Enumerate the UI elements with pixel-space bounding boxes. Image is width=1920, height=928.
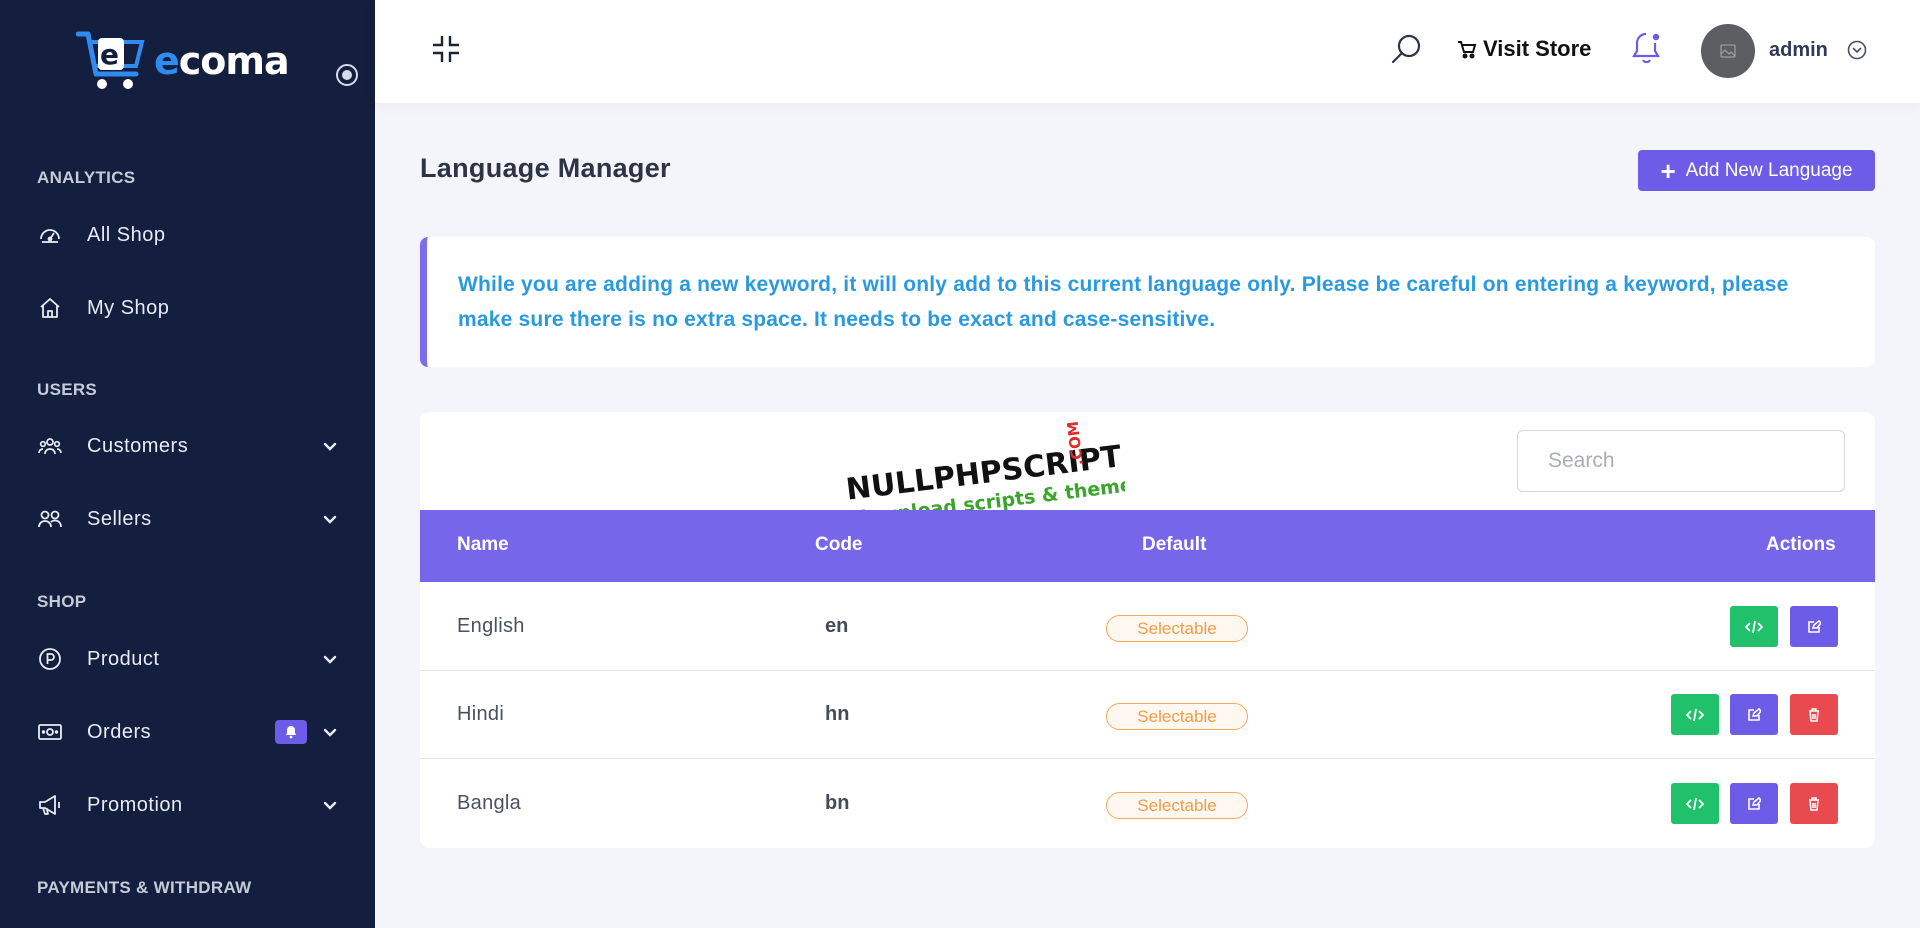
visit-store-label: Visit Store xyxy=(1483,36,1592,61)
megaphone-icon xyxy=(37,792,63,818)
languages-table-card: NULLPHPSCRIPT .COM download scripts & th… xyxy=(420,412,1875,848)
code-icon xyxy=(1686,797,1704,810)
bell-icon xyxy=(286,726,296,739)
edit-button[interactable] xyxy=(1730,694,1778,735)
add-new-language-label: Add New Language xyxy=(1685,159,1853,181)
sidebar-item-label: My Shop xyxy=(87,296,170,319)
sidebar-item-label: Promotion xyxy=(87,793,183,816)
language-code: bn xyxy=(825,792,850,814)
search-input[interactable] xyxy=(1517,430,1845,492)
section-title-shop: SHOP xyxy=(37,592,87,611)
code-icon xyxy=(1745,620,1763,633)
avatar[interactable] xyxy=(1701,24,1755,78)
sidebar-item-orders[interactable]: Orders xyxy=(0,707,375,757)
info-alert: While you are adding a new keyword, it w… xyxy=(420,237,1875,367)
edit-icon xyxy=(1808,619,1821,633)
delete-button[interactable] xyxy=(1790,783,1838,824)
edit-button[interactable] xyxy=(1730,783,1778,824)
customers-icon xyxy=(37,433,63,459)
sidebar-item-label: Orders xyxy=(87,720,152,743)
sidebar-item-promotion[interactable]: Promotion xyxy=(0,780,375,830)
logo-cart-icon: e xyxy=(76,31,145,89)
translate-code-button[interactable] xyxy=(1671,694,1719,735)
chevron-down-icon xyxy=(323,515,337,524)
column-header-actions: Actions xyxy=(1766,534,1836,555)
visit-store-link[interactable]: Visit Store xyxy=(1457,36,1591,62)
table-row: Hindi hn Selectable xyxy=(420,671,1875,759)
sidebar-item-label: Sellers xyxy=(87,507,152,530)
column-header-default[interactable]: Default xyxy=(1142,534,1206,556)
trash-icon xyxy=(1809,707,1819,722)
chevron-down-icon[interactable] xyxy=(1847,40,1867,60)
default-status-badge[interactable]: Selectable xyxy=(1106,792,1248,819)
edit-button[interactable] xyxy=(1790,606,1838,647)
delete-button[interactable] xyxy=(1790,694,1838,735)
table-header: Name Code Default Actions xyxy=(420,510,1875,582)
sidebar-item-sellers[interactable]: Sellers xyxy=(0,494,375,544)
code-icon xyxy=(1686,708,1704,721)
sidebar-item-my-shop[interactable]: My Shop xyxy=(0,283,375,333)
table-row: English en Selectable xyxy=(420,583,1875,671)
default-status-badge[interactable]: Selectable xyxy=(1106,615,1248,642)
user-name[interactable]: admin xyxy=(1769,39,1828,62)
notification-bell-icon[interactable] xyxy=(1631,30,1665,66)
table-row: Bangla bn Selectable xyxy=(420,760,1875,848)
page-title: Language Manager xyxy=(420,153,671,183)
orders-icon xyxy=(37,719,63,745)
orders-notification-badge xyxy=(275,720,307,744)
sidebar-item-label: Customers xyxy=(87,434,189,457)
search-icon[interactable] xyxy=(1389,32,1423,66)
section-title-analytics: ANALYTICS xyxy=(37,168,136,187)
sidebar-collapse-toggle[interactable] xyxy=(336,64,358,86)
sidebar-item-all-shop[interactable]: All Shop xyxy=(0,210,375,260)
language-name: Bangla xyxy=(457,792,522,814)
chevron-down-icon xyxy=(323,801,337,810)
column-header-name[interactable]: Name xyxy=(457,534,509,556)
sidebar-item-label: All Shop xyxy=(87,223,166,246)
section-title-payments: PAYMENTS & WITHDRAW xyxy=(37,878,252,897)
cart-icon xyxy=(1458,41,1477,59)
product-icon xyxy=(37,646,63,672)
logo-text: ecoma xyxy=(154,39,290,83)
edit-icon xyxy=(1748,707,1761,721)
sidebar: e ecoma ANALYTICS All Shop My Shop USERS… xyxy=(0,0,375,928)
section-title-users: USERS xyxy=(37,380,98,399)
top-header: Visit Store admin xyxy=(375,0,1920,103)
chevron-down-icon xyxy=(323,442,337,451)
home-icon xyxy=(37,295,63,321)
chevron-down-icon xyxy=(323,728,337,737)
column-header-code[interactable]: Code xyxy=(815,534,863,556)
chevron-down-icon xyxy=(323,655,337,664)
sellers-icon xyxy=(37,506,63,532)
default-status-badge[interactable]: Selectable xyxy=(1106,703,1248,730)
translate-code-button[interactable] xyxy=(1671,783,1719,824)
logo[interactable]: e ecoma xyxy=(76,28,290,94)
trash-icon xyxy=(1809,796,1819,811)
sidebar-item-customers[interactable]: Customers xyxy=(0,421,375,471)
language-code: hn xyxy=(825,703,850,725)
language-code: en xyxy=(825,615,849,637)
svg-text:e: e xyxy=(100,38,119,71)
sidebar-item-label: Product xyxy=(87,647,160,670)
translate-code-button[interactable] xyxy=(1730,606,1778,647)
exit-fullscreen-icon[interactable] xyxy=(431,34,461,64)
image-placeholder-icon xyxy=(1720,44,1736,58)
edit-icon xyxy=(1748,796,1761,810)
alert-text: While you are adding a new keyword, it w… xyxy=(458,273,1789,331)
dashboard-icon xyxy=(37,222,63,248)
language-name: Hindi xyxy=(457,703,505,725)
language-name: English xyxy=(457,615,525,637)
add-new-language-button[interactable]: + Add New Language xyxy=(1638,150,1875,191)
sidebar-item-product[interactable]: Product xyxy=(0,634,375,684)
plus-icon: + xyxy=(1660,155,1676,186)
